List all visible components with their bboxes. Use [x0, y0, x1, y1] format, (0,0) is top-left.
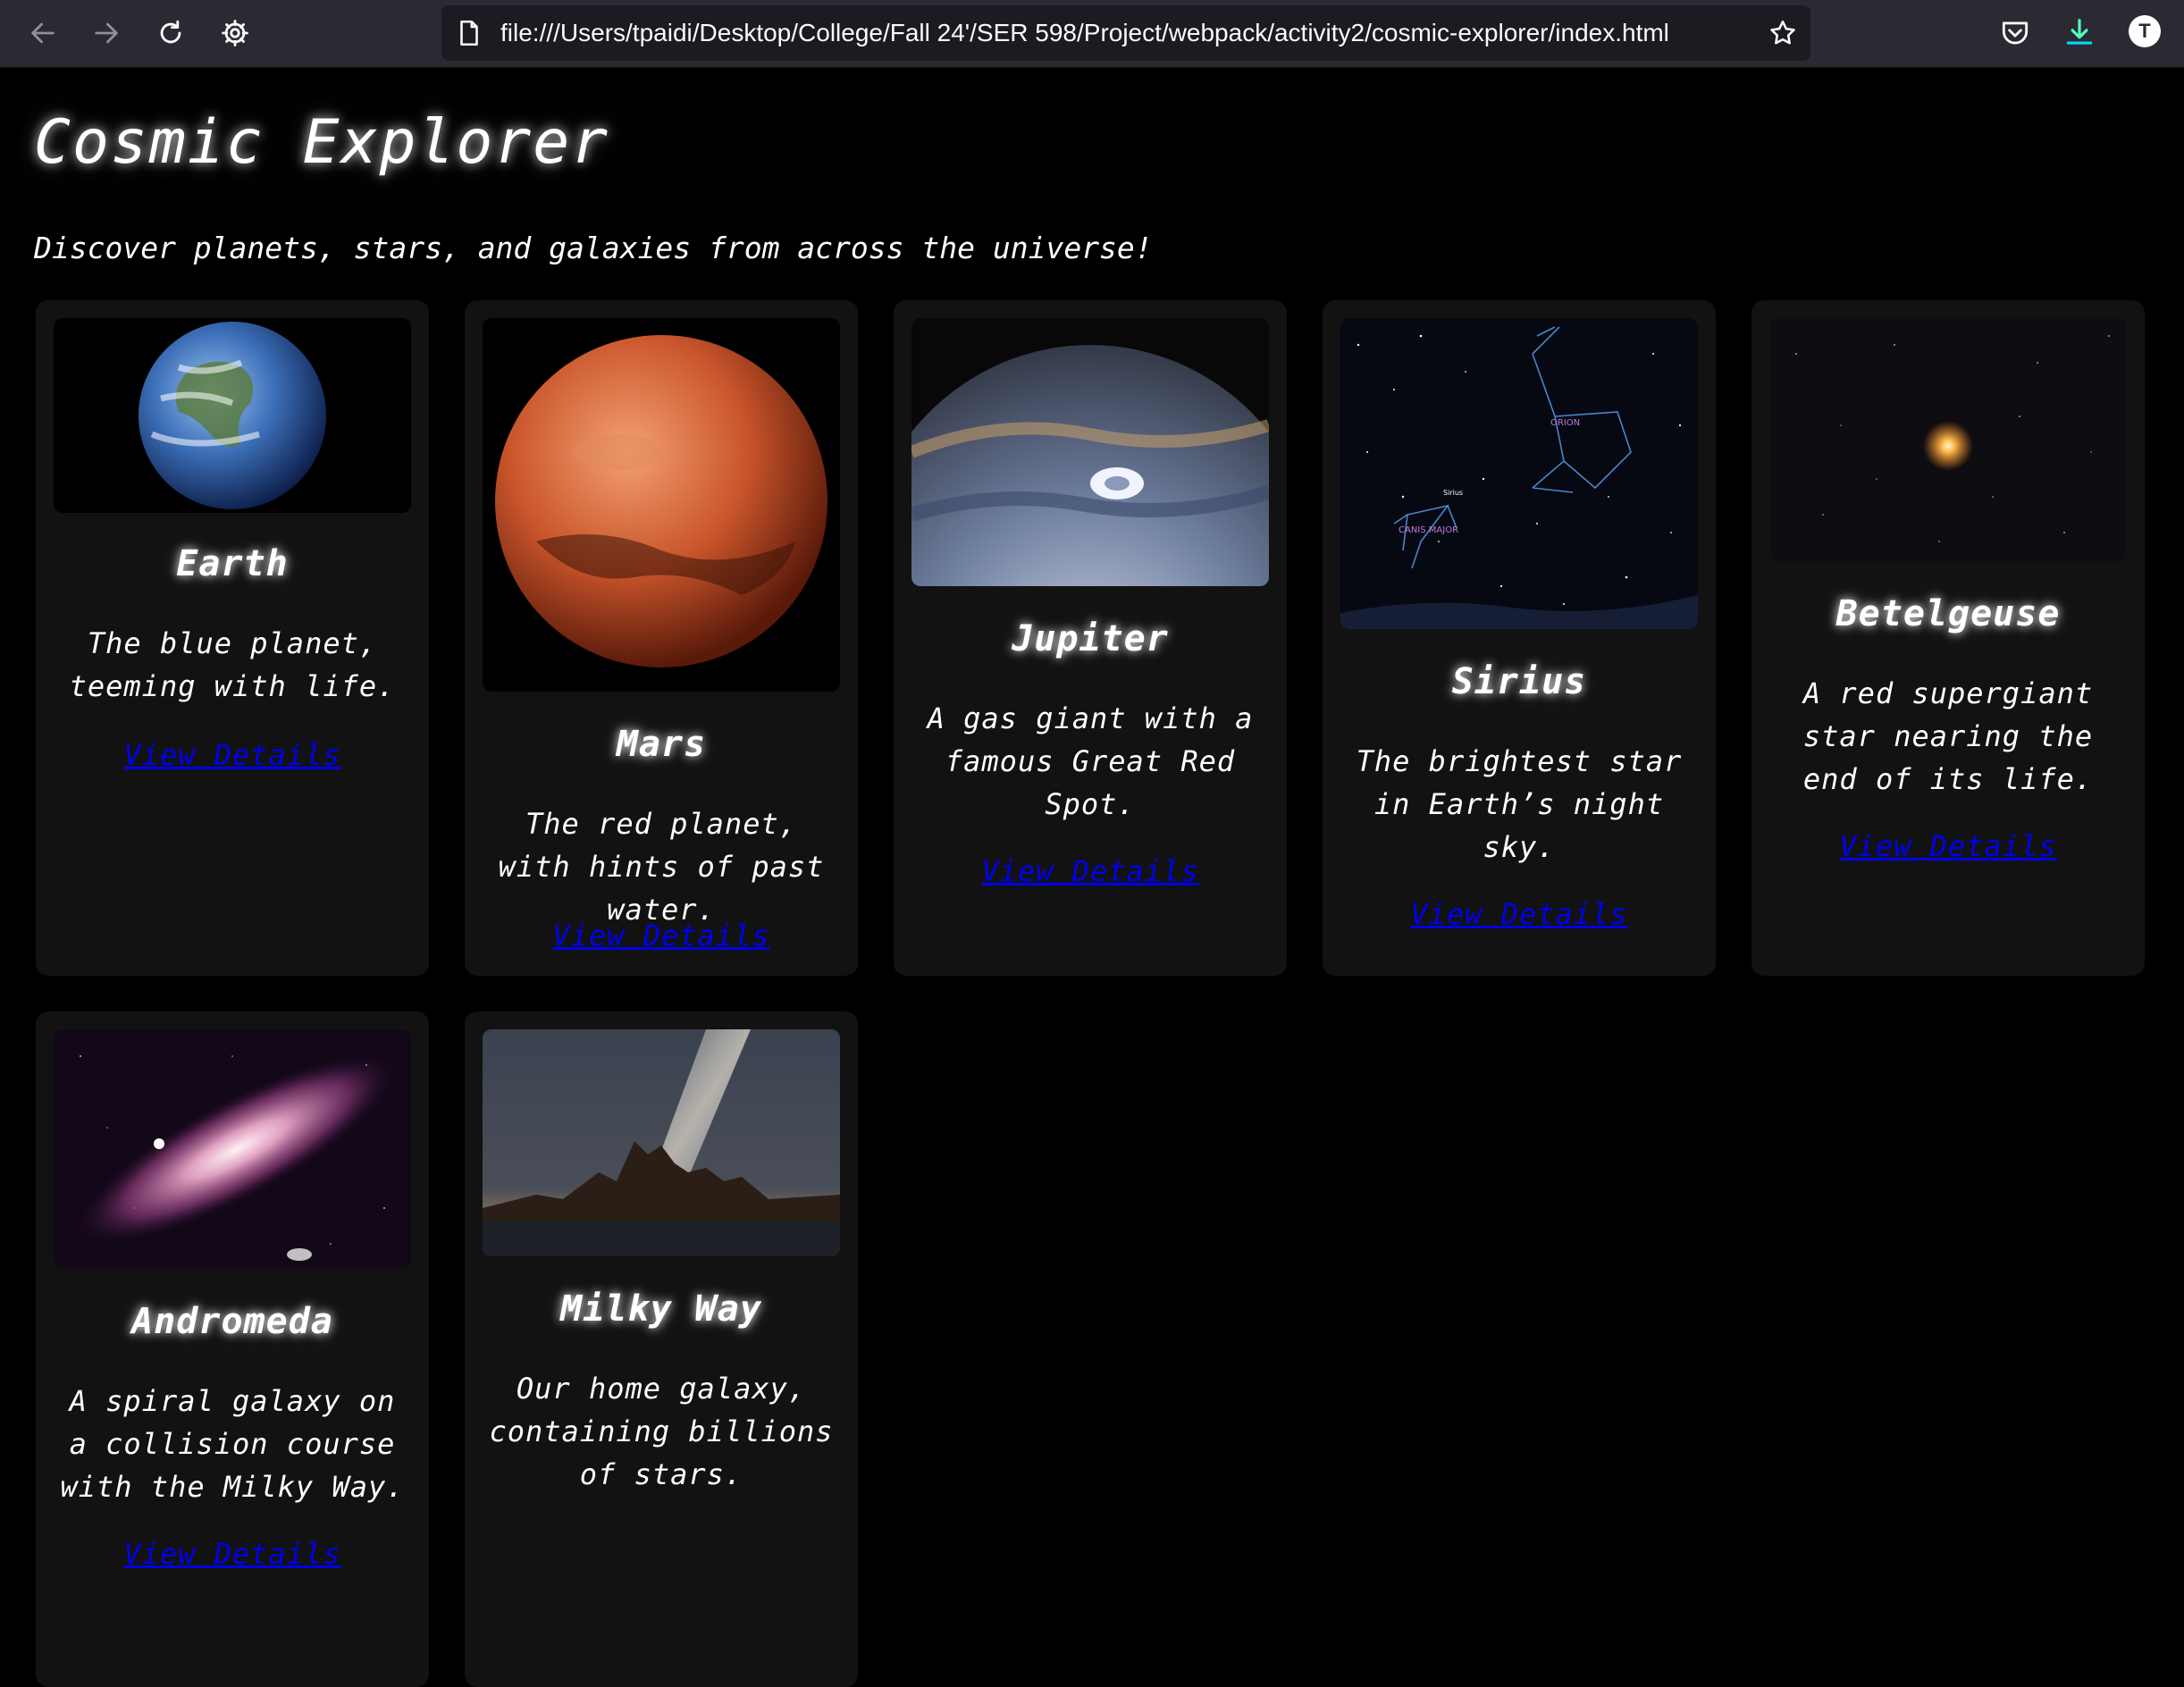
browser-toolbar: file:///Users/tpaidi/Desktop/College/Fal… — [0, 0, 2184, 68]
andromeda-image — [54, 1029, 411, 1269]
card-description: A red supergiant star nearing the end of… — [1802, 676, 2094, 796]
card-title: Betelgeuse — [1835, 593, 2061, 634]
betelgeuse-image — [1769, 318, 2127, 561]
reload-icon — [160, 20, 181, 44]
page-icon — [460, 20, 478, 46]
back-button[interactable] — [21, 11, 65, 55]
card-description: The blue planet, teeming with life. — [69, 626, 396, 703]
card-title: Earth — [176, 543, 289, 584]
reload-button[interactable] — [148, 11, 193, 55]
page-title: Cosmic Explorer — [34, 107, 610, 178]
address-bar[interactable]: file:///Users/tpaidi/Desktop/College/Fal… — [441, 5, 1810, 61]
arrow-right-icon — [95, 22, 118, 44]
card-milky-way: Milky Way Our home galaxy, containing bi… — [465, 1011, 858, 1687]
pocket-icon[interactable] — [1998, 16, 2032, 50]
card-description: Our home galaxy, containing billions of … — [489, 1372, 834, 1491]
card-mars: Mars The red planet, with hints of past … — [465, 300, 858, 976]
url-text[interactable]: file:///Users/tpaidi/Desktop/College/Fal… — [500, 5, 1669, 61]
canis-major-label: CANIS MAJOR — [1399, 525, 1458, 535]
orion-label: ORION — [1550, 418, 1580, 428]
download-icon[interactable] — [2062, 16, 2096, 50]
card-title: Sirius — [1451, 661, 1587, 702]
jupiter-image — [911, 318, 1269, 586]
view-details-link[interactable]: View Details — [894, 854, 1287, 888]
account-avatar[interactable]: T — [2129, 15, 2161, 47]
milky-way-image — [483, 1029, 840, 1256]
card-title: Mars — [616, 724, 707, 765]
card-earth: Earth The blue planet, teeming with life… — [36, 300, 429, 976]
card-sirius: ORION Sirius CANIS MAJOR Sirius The brig… — [1323, 300, 1716, 976]
card-betelgeuse: Betelgeuse A red supergiant star nearing… — [1751, 300, 2145, 976]
card-title: Jupiter — [1012, 618, 1169, 659]
card-title: Milky Way — [560, 1288, 762, 1330]
view-details-link[interactable]: View Details — [36, 1537, 429, 1571]
sirius-label: Sirius — [1443, 489, 1463, 497]
view-details-link[interactable]: View Details — [1323, 897, 1716, 931]
page-subtitle: Discover planets, stars, and galaxies fr… — [34, 231, 1153, 265]
settings-button[interactable] — [213, 11, 257, 55]
card-jupiter: Jupiter A gas giant with a famous Great … — [894, 300, 1287, 976]
sirius-image: ORION Sirius CANIS MAJOR — [1340, 318, 1698, 629]
card-andromeda: Andromeda A spiral galaxy on a collision… — [36, 1011, 429, 1687]
view-details-link[interactable]: View Details — [36, 738, 429, 772]
arrow-left-icon — [31, 22, 55, 44]
gear-icon — [222, 20, 248, 46]
star-bookmark-icon[interactable] — [1768, 18, 1798, 48]
card-title: Andromeda — [131, 1301, 333, 1342]
view-details-link[interactable]: View Details — [465, 919, 858, 953]
card-description: A gas giant with a famous Great Red Spot… — [927, 701, 1254, 821]
card-description: The red planet, with hints of past water… — [498, 807, 825, 927]
card-description: The brightest star in Earth’s night sky. — [1356, 744, 1683, 864]
earth-image — [54, 318, 411, 513]
mars-image — [483, 318, 840, 692]
forward-button[interactable] — [84, 11, 129, 55]
view-details-link[interactable]: View Details — [1751, 829, 2145, 863]
card-description: A spiral galaxy on a collision course wi… — [60, 1384, 405, 1504]
